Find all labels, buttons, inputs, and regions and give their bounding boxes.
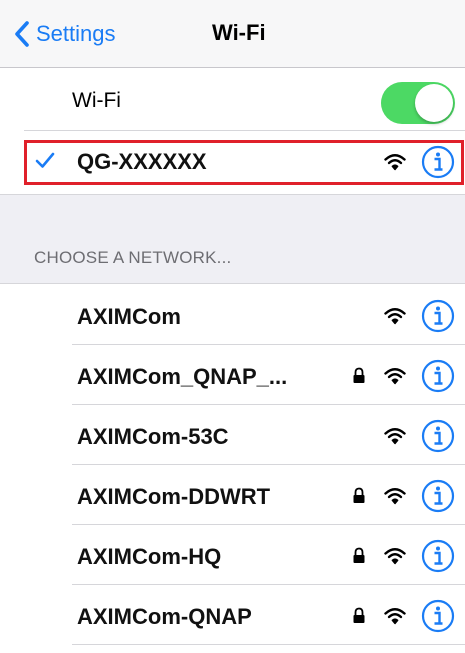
lock-icon bbox=[352, 367, 366, 384]
network-row[interactable]: AXIMCom-QNAP bbox=[0, 585, 465, 645]
network-name: AXIMCom-53C bbox=[77, 424, 229, 449]
info-icon[interactable] bbox=[421, 359, 455, 393]
wifi-signal-icon bbox=[384, 307, 406, 325]
section-gap: CHOOSE A NETWORK... bbox=[0, 194, 465, 284]
lock-icon bbox=[352, 547, 366, 564]
wifi-settings-screen: Settings Wi-Fi Wi-Fi QG-XXXXXX CHOOSE A … bbox=[0, 0, 465, 653]
network-name: AXIMCom-DDWRT bbox=[77, 484, 271, 509]
info-icon[interactable] bbox=[421, 599, 455, 633]
network-name: AXIMCom-HQ bbox=[77, 544, 222, 569]
back-button[interactable]: Settings bbox=[14, 16, 116, 52]
connected-network-name: QG-XXXXXX bbox=[77, 149, 207, 174]
network-name: AXIMCom-QNAP bbox=[77, 604, 252, 629]
network-row[interactable]: AXIMCom_QNAP_... bbox=[0, 345, 465, 405]
chevron-left-icon bbox=[14, 21, 30, 47]
wifi-toggle-switch[interactable] bbox=[381, 82, 455, 124]
network-name: AXIMCom_QNAP_... bbox=[77, 364, 288, 389]
lock-icon bbox=[352, 607, 366, 624]
divider bbox=[72, 644, 465, 645]
wifi-signal-icon bbox=[384, 367, 406, 385]
network-row[interactable]: AXIMCom-HQ bbox=[0, 525, 465, 585]
checkmark-icon bbox=[34, 149, 56, 176]
info-icon[interactable] bbox=[421, 145, 455, 179]
wifi-signal-icon bbox=[384, 487, 406, 505]
wifi-signal-icon bbox=[384, 607, 406, 625]
wifi-signal-icon bbox=[384, 153, 406, 171]
info-icon[interactable] bbox=[421, 539, 455, 573]
page-title: Wi-Fi bbox=[212, 20, 266, 45]
info-icon[interactable] bbox=[421, 479, 455, 513]
navigation-bar: Settings Wi-Fi bbox=[0, 0, 465, 68]
toggle-knob bbox=[415, 84, 453, 122]
network-name: AXIMCom bbox=[77, 304, 181, 329]
wifi-toggle-row: Wi-Fi bbox=[0, 69, 465, 131]
network-row[interactable]: AXIMCom bbox=[0, 285, 465, 345]
network-row[interactable]: AXIMCom-53C bbox=[0, 405, 465, 465]
section-header: CHOOSE A NETWORK... bbox=[34, 248, 232, 267]
info-icon[interactable] bbox=[421, 299, 455, 333]
back-button-label: Settings bbox=[36, 21, 116, 46]
wifi-signal-icon bbox=[384, 547, 406, 565]
info-icon[interactable] bbox=[421, 419, 455, 453]
wifi-toggle-label: Wi-Fi bbox=[72, 89, 121, 112]
wifi-signal-icon bbox=[384, 427, 406, 445]
network-row[interactable]: AXIMCom-DDWRT bbox=[0, 465, 465, 525]
connected-network-row[interactable]: QG-XXXXXX bbox=[0, 131, 465, 193]
lock-icon bbox=[352, 487, 366, 504]
